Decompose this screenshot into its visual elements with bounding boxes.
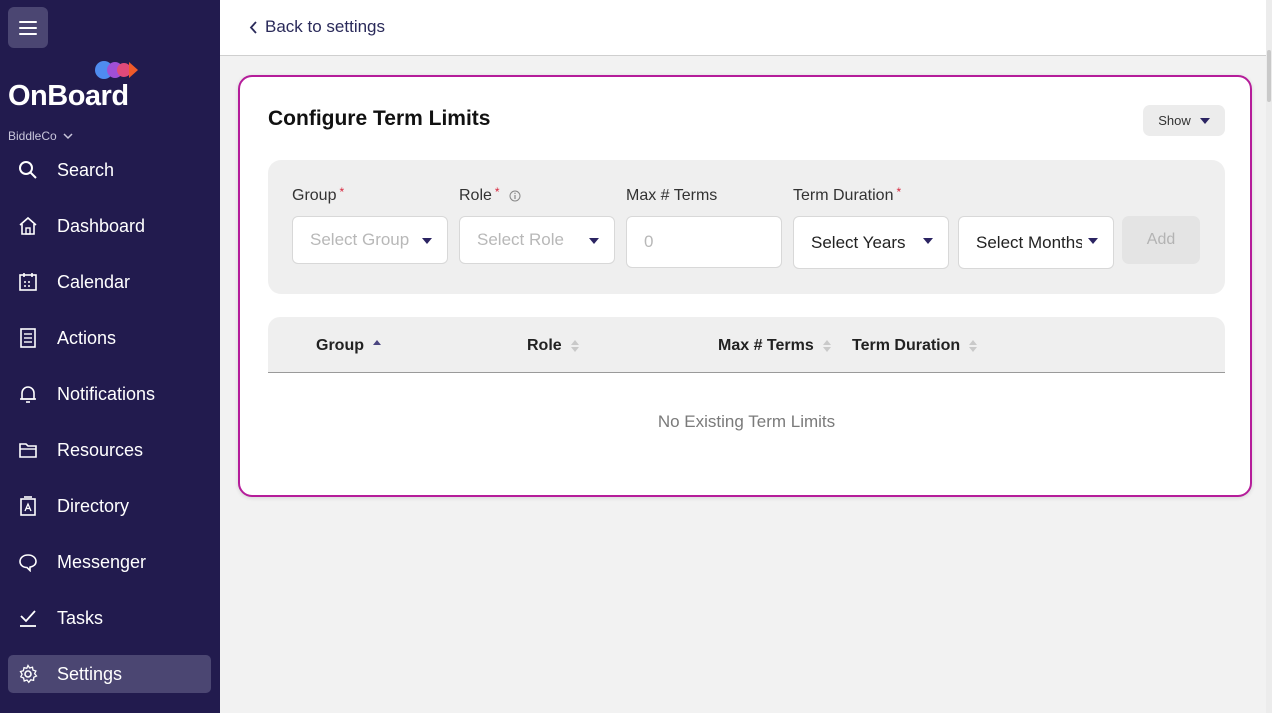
group-label-text: Group <box>292 187 337 204</box>
sidebar-item-dashboard[interactable]: Dashboard <box>8 207 211 245</box>
required-marker: * <box>896 185 902 199</box>
chevron-down-icon <box>63 132 73 139</box>
menu-icon-bar <box>19 26 37 29</box>
scrollbar-thumb[interactable] <box>1267 50 1271 102</box>
sidebar-item-label: Messenger <box>57 551 147 572</box>
column-header-max-terms[interactable]: Max # Terms <box>718 337 831 355</box>
contact-book-icon <box>18 496 38 516</box>
org-switcher[interactable]: BiddleCo <box>8 129 73 143</box>
gear-icon <box>18 664 38 684</box>
chevron-left-icon <box>249 20 257 34</box>
caret-down-icon <box>1088 238 1098 244</box>
sidebar-item-label: Dashboard <box>57 215 146 236</box>
sort-icon <box>570 340 579 352</box>
org-name: BiddleCo <box>8 129 57 143</box>
max-terms-label: Max # Terms <box>626 187 717 205</box>
page-title: Configure Term Limits <box>268 107 491 130</box>
sidebar-item-search[interactable]: Search <box>8 151 211 189</box>
sidebar-nav: Search Dashboard Calendar Actions Notifi… <box>8 151 211 711</box>
document-list-icon <box>18 328 38 348</box>
sort-icon <box>969 340 978 352</box>
info-icon[interactable] <box>509 190 521 202</box>
sidebar-item-tasks[interactable]: Tasks <box>8 599 211 637</box>
role-label: Role * <box>459 185 521 205</box>
term-limit-form: Group * Select Group Role * Select Role Ma… <box>268 160 1225 294</box>
sort-ascending-icon <box>373 340 381 352</box>
sidebar-item-calendar[interactable]: Calendar <box>8 263 211 301</box>
sidebar: OnBoard BiddleCo Search Dashboard Calend… <box>0 0 220 713</box>
sort-icon <box>822 340 831 352</box>
back-label: Back to settings <box>265 17 386 36</box>
back-to-settings-link[interactable]: Back to settings <box>249 17 385 37</box>
column-header-term-duration[interactable]: Term Duration <box>852 337 978 355</box>
caret-down-icon <box>422 238 432 244</box>
top-bar: Back to settings <box>220 0 1266 56</box>
months-value: Select Months <box>976 232 1082 252</box>
show-dropdown-button[interactable]: Show <box>1143 105 1225 136</box>
calendar-icon <box>18 272 38 292</box>
add-button[interactable]: Add <box>1122 216 1200 264</box>
sidebar-item-label: Actions <box>57 327 117 348</box>
group-label: Group * <box>292 185 345 205</box>
sidebar-item-label: Tasks <box>57 607 104 628</box>
logo-dots-icon <box>94 60 139 80</box>
sidebar-item-messenger[interactable]: Messenger <box>8 543 211 581</box>
years-select[interactable]: Select Years <box>793 216 949 269</box>
column-label: Max # Terms <box>718 337 814 354</box>
group-select[interactable]: Select Group <box>292 216 448 264</box>
years-value: Select Years <box>811 232 906 252</box>
caret-down-icon <box>923 238 933 244</box>
page-scrollbar[interactable] <box>1266 0 1272 713</box>
sidebar-item-label: Settings <box>57 663 123 684</box>
role-placeholder: Select Role <box>477 230 564 249</box>
sidebar-item-resources[interactable]: Resources <box>8 431 211 469</box>
hamburger-menu-button[interactable] <box>8 7 48 48</box>
home-icon <box>18 216 38 236</box>
sidebar-item-label: Directory <box>57 495 130 516</box>
logo-text: OnBoard <box>8 80 129 112</box>
show-label: Show <box>1158 113 1191 128</box>
empty-state-text: No Existing Term Limits <box>657 412 836 431</box>
chat-bubble-icon <box>18 552 38 572</box>
term-duration-label-text: Term Duration <box>793 187 894 204</box>
required-marker: * <box>494 185 500 199</box>
caret-down-icon <box>1199 117 1210 124</box>
role-label-text: Role <box>459 187 492 204</box>
search-icon <box>18 160 38 180</box>
column-header-group[interactable]: Group <box>316 337 381 355</box>
folder-icon <box>18 440 38 460</box>
sidebar-item-notifications[interactable]: Notifications <box>8 375 211 413</box>
months-select[interactable]: Select Months <box>958 216 1114 269</box>
term-limits-panel: Configure Term Limits Show Group * Select… <box>238 75 1252 497</box>
required-marker: * <box>339 185 345 199</box>
column-label: Term Duration <box>852 337 961 354</box>
column-label: Group <box>316 337 364 354</box>
sidebar-item-actions[interactable]: Actions <box>8 319 211 357</box>
onboard-logo: OnBoard <box>8 60 148 112</box>
max-terms-input[interactable]: 0 <box>626 216 782 268</box>
table-header: Group Role Max # Terms Term Duration <box>268 317 1225 373</box>
sidebar-item-label: Calendar <box>57 271 131 292</box>
checkmark-icon <box>18 608 38 628</box>
role-select[interactable]: Select Role <box>459 216 615 264</box>
max-terms-placeholder: 0 <box>644 232 654 251</box>
max-terms-label-text: Max # Terms <box>626 187 718 204</box>
column-label: Role <box>527 337 562 354</box>
term-duration-label: Term Duration * <box>793 185 902 205</box>
menu-icon-bar <box>19 20 37 23</box>
column-header-role[interactable]: Role <box>527 337 579 355</box>
sidebar-item-directory[interactable]: Directory <box>8 487 211 525</box>
sidebar-item-label: Search <box>57 159 115 180</box>
sidebar-item-label: Notifications <box>57 383 156 404</box>
bell-icon <box>18 384 38 404</box>
menu-icon-bar <box>19 32 37 35</box>
sidebar-item-label: Resources <box>57 439 144 460</box>
sidebar-item-settings[interactable]: Settings <box>8 655 211 693</box>
caret-down-icon <box>589 238 599 244</box>
group-placeholder: Select Group <box>310 230 410 249</box>
